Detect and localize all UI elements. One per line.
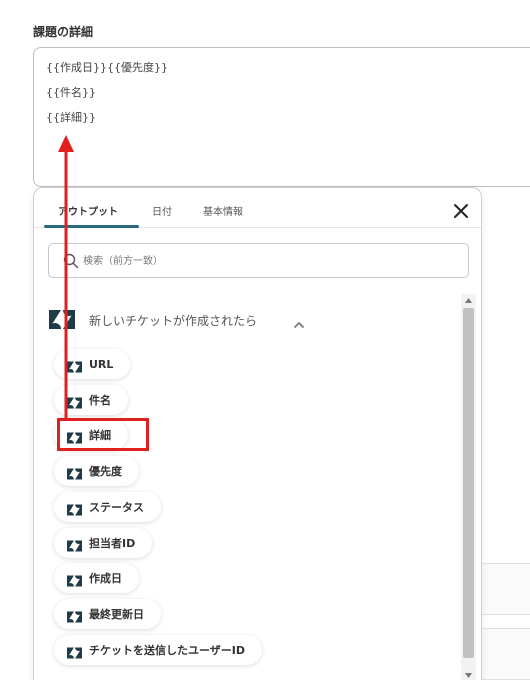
section-header-new-ticket[interactable]: 新しいチケットが作成されたら [49, 308, 309, 330]
output-item-chip[interactable]: 優先度 [54, 456, 139, 486]
tab-output[interactable]: アウトプット [58, 203, 118, 218]
zendesk-logo-icon [67, 429, 82, 444]
output-item-label: 件名 [89, 394, 111, 407]
textarea-line-2: {{件名}} [46, 86, 96, 99]
zendesk-logo-icon [67, 537, 82, 552]
zendesk-logo-icon [67, 608, 82, 623]
scroll-up-icon[interactable] [465, 298, 472, 303]
chevron-up-icon[interactable] [293, 315, 305, 328]
variable-picker-panel: アウトプット 日付 基本情報 新しいチケットが作成されたら URL 件名詳細優先度… [33, 187, 482, 680]
zendesk-logo-icon [49, 310, 75, 329]
tab-basic-info[interactable]: 基本情報 [203, 203, 243, 218]
active-tab-indicator [44, 225, 139, 228]
panel-tabs: アウトプット 日付 基本情報 [34, 188, 481, 228]
zendesk-logo-icon [67, 572, 82, 587]
output-item-chip[interactable]: 詳細 [54, 420, 128, 450]
output-item-chip[interactable]: チケットを送信したユーザーID [54, 635, 263, 665]
output-item-label: ステータス [89, 501, 144, 514]
zendesk-logo-icon [67, 465, 82, 480]
output-item-label: チケットを送信したユーザーID [89, 644, 246, 657]
background-row [482, 563, 530, 615]
search-icon [63, 253, 79, 269]
zendesk-logo-icon [67, 644, 82, 659]
output-item-label: 最終更新日 [89, 608, 144, 621]
scrollbar[interactable] [461, 294, 476, 680]
output-item-chip[interactable]: URL [54, 349, 131, 379]
output-item-label: URL [89, 357, 114, 371]
tab-date[interactable]: 日付 [152, 203, 172, 218]
output-item-label: 詳細 [89, 429, 111, 442]
output-item-chip[interactable]: 作成日 [54, 563, 139, 593]
scrollbar-thumb[interactable] [463, 308, 474, 658]
output-item-chip[interactable]: 最終更新日 [54, 599, 161, 629]
output-item-chip[interactable]: 件名 [54, 385, 128, 415]
background-row [482, 628, 530, 680]
output-item-label: 優先度 [89, 465, 122, 478]
textarea-line-3: {{詳細}} [46, 111, 96, 124]
search-box [48, 243, 469, 278]
zendesk-logo-icon [67, 394, 82, 409]
output-item-chip[interactable]: 担当者ID [54, 528, 153, 558]
zendesk-logo-icon [67, 501, 82, 516]
zendesk-logo-icon [67, 358, 82, 373]
output-item-chip[interactable]: ステータス [54, 492, 161, 522]
scroll-down-icon[interactable] [465, 673, 472, 678]
field-label: 課題の詳細 [33, 25, 94, 39]
issue-detail-textarea[interactable]: {{作成日}}{{優先度}} {{件名}} {{詳細}} [33, 47, 530, 187]
output-item-label: 担当者ID [89, 537, 136, 550]
close-icon[interactable] [452, 202, 470, 220]
output-item-label: 作成日 [89, 572, 122, 585]
textarea-line-1: {{作成日}}{{優先度}} [46, 61, 168, 74]
search-input[interactable] [83, 252, 453, 270]
section-title: 新しいチケットが作成されたら [89, 314, 258, 328]
